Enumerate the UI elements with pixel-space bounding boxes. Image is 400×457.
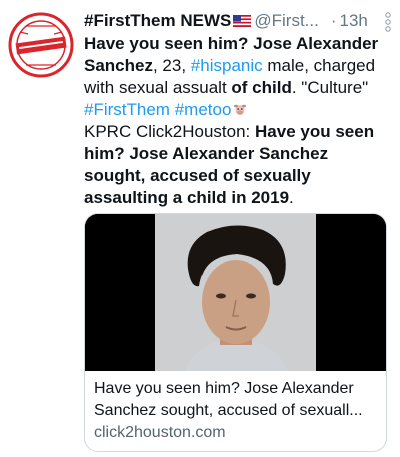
card-domain[interactable]: click2houston.com — [94, 422, 380, 444]
separator-dot: · — [330, 11, 337, 30]
timestamp[interactable]: 13h — [340, 11, 368, 30]
tweet-text-part: of child — [231, 78, 292, 97]
tweet-text-part: . — [289, 188, 294, 207]
user-handle[interactable]: @First... — [254, 11, 318, 30]
card-text: Have you seen him? Jose Alexander Sanche… — [94, 378, 380, 444]
card-title[interactable]: Have you seen him? Jose Alexander Sanche… — [94, 378, 380, 422]
hashtag-hispanic[interactable]: #hispanic — [191, 56, 263, 75]
tweet-text: Have you seen him? Jose Alexander Sanche… — [84, 33, 384, 209]
link-card[interactable]: Have you seen him? Jose Alexander Sanche… — [84, 213, 387, 452]
hashtag-firstthem[interactable]: #FirstThem — [84, 100, 170, 119]
us-flag-icon — [233, 15, 252, 27]
tweet-text-part: . "Culture" — [291, 78, 369, 97]
cow-face-icon — [234, 104, 247, 115]
profile-avatar[interactable] — [6, 10, 76, 80]
hashtag-metoo[interactable]: #metoo — [175, 100, 232, 119]
tweet-header: #FirstThem NEWS @First... · 13h — [84, 9, 392, 33]
tweet-text-part: KPRC Click2Houston: — [84, 122, 256, 141]
display-name[interactable]: #FirstThem NEWS — [84, 11, 231, 30]
tweet[interactable]: #FirstThem NEWS @First... · 13h Have you s… — [0, 0, 400, 457]
accountability-seal-icon — [8, 12, 74, 78]
mugshot-photo-icon — [85, 214, 386, 371]
tweet-content: #FirstThem NEWS @First... · 13h Have you s… — [84, 9, 392, 209]
card-image[interactable] — [85, 214, 386, 371]
tweet-text-part: , 23, — [152, 56, 191, 75]
vertical-more-icon[interactable] — [384, 11, 392, 33]
